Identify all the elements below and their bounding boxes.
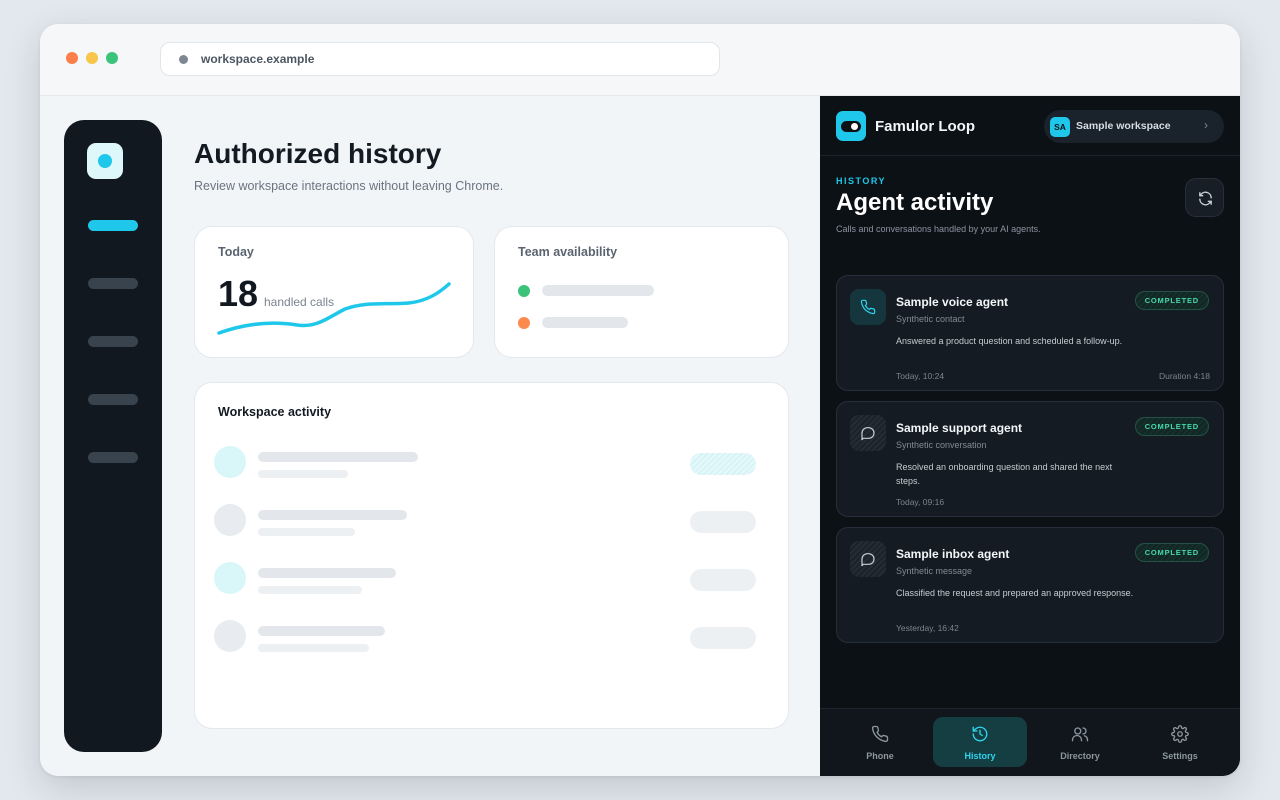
close-window-button[interactable]	[66, 52, 78, 64]
status-badge	[690, 453, 756, 475]
nav-phone[interactable]: Phone	[833, 717, 927, 767]
app-sidebar	[64, 120, 162, 752]
agent-name: Sample voice agent	[896, 295, 1009, 309]
page-title: Authorized history	[194, 138, 442, 169]
workspace-switcher[interactable]: SA Sample workspace ›	[1044, 110, 1224, 143]
item-meta-placeholder	[258, 586, 362, 594]
team-member-placeholder	[542, 317, 628, 328]
brand-toggle-icon	[836, 111, 866, 141]
users-icon	[1071, 727, 1089, 742]
phone-icon	[850, 289, 886, 325]
agent-name: Sample inbox agent	[896, 547, 1010, 561]
site-info-icon[interactable]	[179, 55, 188, 64]
workspace-avatar: SA	[1050, 117, 1070, 137]
sidebar-item[interactable]	[88, 278, 138, 289]
today-label: Today	[218, 245, 254, 259]
team-availability-card: Team availability	[494, 226, 789, 358]
section-label: HISTORY	[836, 176, 887, 186]
panel-subtitle: Calls and conversations handled by your …	[836, 224, 1041, 234]
workspace-name: Sample workspace	[1076, 120, 1171, 132]
sidebar-item-active[interactable]	[88, 220, 138, 231]
available-status-dot	[518, 285, 530, 297]
calls-sparkline	[217, 282, 451, 335]
status-badge: COMPLETED	[1134, 417, 1209, 436]
workspace-activity-card: Workspace activity	[194, 382, 789, 729]
agent-card-support[interactable]: Sample support agent Synthetic conversat…	[836, 401, 1224, 517]
url-text: workspace.example	[201, 52, 315, 66]
nav-label: History	[964, 751, 996, 761]
status-badge	[690, 627, 756, 649]
minimize-window-button[interactable]	[86, 52, 98, 64]
today-card: Today 18 handled calls	[194, 226, 474, 358]
bottom-nav: Phone History Directory Settings	[820, 708, 1240, 776]
nav-directory[interactable]: Directory	[1033, 717, 1127, 767]
item-title-placeholder	[258, 452, 418, 462]
browser-toolbar: workspace.example	[40, 24, 1240, 96]
agent-name: Sample support agent	[896, 421, 1023, 435]
workspace-activity-label: Workspace activity	[218, 405, 332, 419]
address-bar[interactable]: workspace.example	[160, 42, 720, 76]
item-title-placeholder	[258, 510, 407, 520]
sidebar-item[interactable]	[88, 452, 138, 463]
agent-card-inbox[interactable]: Sample inbox agent Synthetic message COM…	[836, 527, 1224, 643]
agent-timestamp: Today, 10:24	[896, 371, 945, 381]
nav-label: Phone	[866, 751, 894, 761]
gear-icon	[1171, 725, 1189, 743]
chat-icon	[850, 415, 886, 451]
refresh-button[interactable]	[1185, 178, 1224, 217]
extension-panel: Famulor Loop SA Sample workspace › HISTO…	[820, 96, 1240, 776]
panel-title: Agent activity	[836, 189, 994, 216]
item-meta-placeholder	[258, 644, 369, 652]
browser-window: workspace.example Authorized history Rev…	[40, 24, 1240, 776]
panel-header: Famulor Loop SA Sample workspace ›	[820, 96, 1240, 156]
team-member-placeholder	[542, 285, 654, 296]
agent-type: Synthetic conversation	[896, 440, 987, 450]
avatar	[214, 620, 246, 652]
chat-icon	[850, 541, 886, 577]
nav-settings[interactable]: Settings	[1133, 717, 1227, 767]
app-logo[interactable]	[87, 143, 123, 179]
item-meta-placeholder	[258, 470, 348, 478]
item-meta-placeholder	[258, 528, 355, 536]
agent-description: Resolved an onboarding question and shar…	[896, 462, 1113, 486]
page-subtitle: Review workspace interactions without le…	[194, 179, 504, 193]
item-title-placeholder	[258, 568, 396, 578]
history-icon	[972, 726, 988, 742]
agent-timestamp: Today, 09:16	[896, 497, 945, 507]
nav-history[interactable]: History	[933, 717, 1027, 767]
phone-icon	[871, 725, 889, 743]
status-badge	[690, 511, 756, 533]
agent-card-voice[interactable]: Sample voice agent Synthetic contact COM…	[836, 275, 1224, 391]
chevron-right-icon: ›	[1204, 118, 1208, 132]
agent-description: Classified the request and prepared an a…	[896, 588, 1134, 598]
maximize-window-button[interactable]	[106, 52, 118, 64]
status-badge: COMPLETED	[1134, 291, 1209, 310]
item-title-placeholder	[258, 626, 385, 636]
agent-type: Synthetic message	[896, 566, 973, 576]
agent-duration: Duration 4:18	[1158, 371, 1210, 381]
nav-label: Settings	[1162, 751, 1198, 761]
agent-timestamp: Yesterday, 16:42	[896, 623, 959, 633]
away-status-dot	[518, 317, 530, 329]
team-availability-label: Team availability	[518, 245, 618, 259]
agent-type: Synthetic contact	[896, 314, 965, 324]
avatar	[214, 504, 246, 536]
status-badge	[690, 569, 756, 591]
avatar	[214, 562, 246, 594]
sidebar-item[interactable]	[88, 394, 138, 405]
avatar	[214, 446, 246, 478]
agent-description: Answered a product question and schedule…	[896, 336, 1123, 346]
sidebar-item[interactable]	[88, 336, 138, 347]
brand-name: Famulor Loop	[875, 118, 975, 135]
status-badge: COMPLETED	[1134, 543, 1209, 562]
nav-label: Directory	[1060, 751, 1100, 761]
refresh-icon	[1199, 191, 1212, 206]
